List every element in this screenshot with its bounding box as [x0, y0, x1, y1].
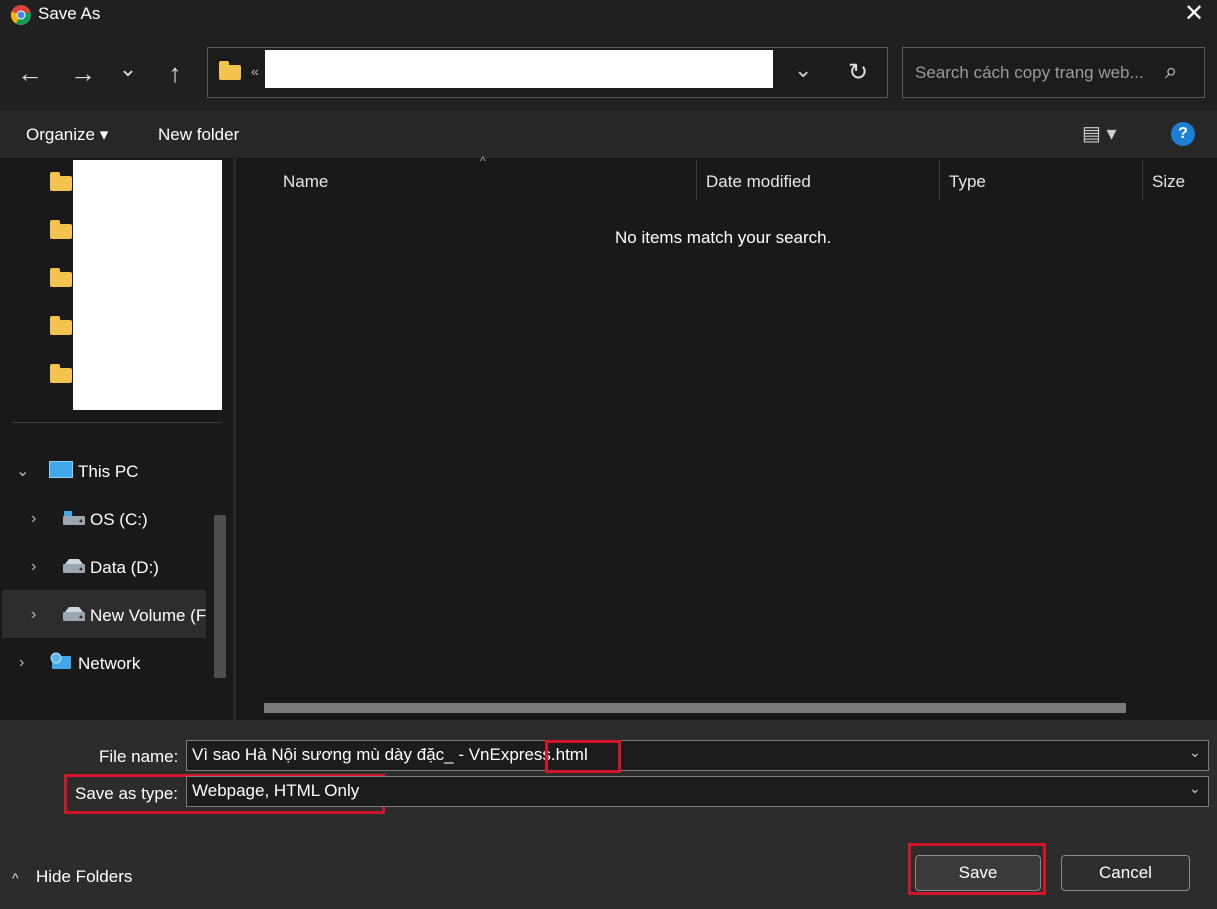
search-icon[interactable]: ⌕ — [1165, 58, 1177, 84]
sidebar-item-this-pc[interactable]: This PC — [78, 462, 138, 482]
drive-icon — [62, 606, 86, 622]
search-box[interactable] — [902, 47, 1205, 98]
search-input[interactable] — [913, 58, 1157, 88]
address-prefix: « — [251, 63, 259, 79]
sidebar-item-os-c[interactable]: OS (C:) — [90, 510, 148, 530]
column-header-date-modified[interactable]: Date modified — [706, 172, 811, 192]
close-button[interactable]: ✕ — [1180, 2, 1208, 28]
organize-button[interactable]: Organize ▾ — [26, 125, 108, 145]
view-menu-icon[interactable]: ▤ ▾ — [1082, 121, 1117, 146]
sidebar-item-network[interactable]: Network — [78, 654, 140, 674]
network-icon — [49, 652, 73, 672]
column-header-size[interactable]: Size — [1152, 172, 1185, 192]
chevron-down-icon[interactable]: ⌄ — [1189, 744, 1201, 761]
forward-button[interactable]: → — [65, 60, 101, 86]
chevron-down-icon[interactable]: ⌄ — [1189, 780, 1201, 797]
folder-icon — [50, 268, 72, 287]
sidebar-divider — [12, 422, 222, 423]
hide-folders-button[interactable]: Hide Folders — [36, 867, 132, 887]
file-name-field[interactable]: Vì sao Hà Nội sương mù dày đặc_ - VnExpr… — [186, 740, 1209, 771]
title-bar — [0, 0, 1217, 30]
sidebar-item-data-d[interactable]: Data (D:) — [90, 558, 159, 578]
drive-icon — [62, 558, 86, 574]
annotation-highlight — [545, 740, 621, 773]
refresh-icon[interactable]: ↻ — [848, 58, 868, 87]
pane-splitter[interactable] — [233, 158, 236, 720]
horizontal-scrollbar[interactable] — [264, 703, 1126, 713]
new-folder-button[interactable]: New folder — [158, 125, 239, 145]
save-type-value[interactable]: Webpage, HTML Only — [192, 781, 359, 800]
empty-message: No items match your search. — [615, 228, 832, 247]
chrome-icon — [10, 4, 32, 26]
cancel-button[interactable]: Cancel — [1061, 855, 1190, 891]
drive-icon — [62, 510, 86, 526]
back-button[interactable]: ← — [12, 60, 48, 86]
folder-icon — [50, 316, 72, 335]
up-button[interactable]: ↑ — [157, 60, 193, 86]
chevron-right-icon[interactable]: › — [31, 510, 36, 528]
column-separator[interactable] — [696, 160, 697, 200]
save-type-label: Save as type: — [75, 784, 179, 803]
column-header-name[interactable]: Name — [283, 172, 328, 192]
sidebar-scrollbar[interactable] — [214, 515, 226, 678]
column-header-type[interactable]: Type — [949, 172, 986, 192]
file-name-value[interactable]: Vì sao Hà Nội sương mù dày đặc_ - VnExpr… — [192, 745, 588, 764]
chevron-down-icon[interactable]: ⌄ — [16, 461, 29, 481]
folder-icon — [219, 61, 241, 80]
column-separator[interactable] — [1142, 160, 1143, 200]
redacted-path — [265, 50, 773, 88]
sort-ascending-icon: ^ — [480, 154, 486, 168]
help-icon[interactable]: ? — [1171, 122, 1195, 146]
folder-icon — [50, 172, 72, 191]
recent-locations-button[interactable]: ⌄ — [110, 56, 146, 82]
column-separator[interactable] — [939, 160, 940, 200]
file-name-label: File name: — [99, 747, 179, 766]
chevron-right-icon[interactable]: › — [31, 606, 36, 624]
folder-icon — [50, 364, 72, 383]
sidebar-item-new-volume[interactable]: New Volume (F — [90, 606, 206, 626]
hide-folders-chevron-icon[interactable]: ^ — [12, 870, 19, 886]
chevron-down-icon[interactable]: ⌄ — [794, 57, 812, 83]
save-type-select[interactable]: Webpage, HTML Only — [186, 776, 1209, 807]
chevron-right-icon[interactable]: › — [31, 558, 36, 576]
pc-icon — [49, 461, 73, 478]
folder-icon — [50, 220, 72, 239]
redacted-folder-names — [73, 160, 222, 410]
chevron-right-icon[interactable]: › — [19, 654, 24, 672]
save-button[interactable]: Save — [915, 855, 1041, 891]
window-title: Save As — [38, 4, 101, 23]
